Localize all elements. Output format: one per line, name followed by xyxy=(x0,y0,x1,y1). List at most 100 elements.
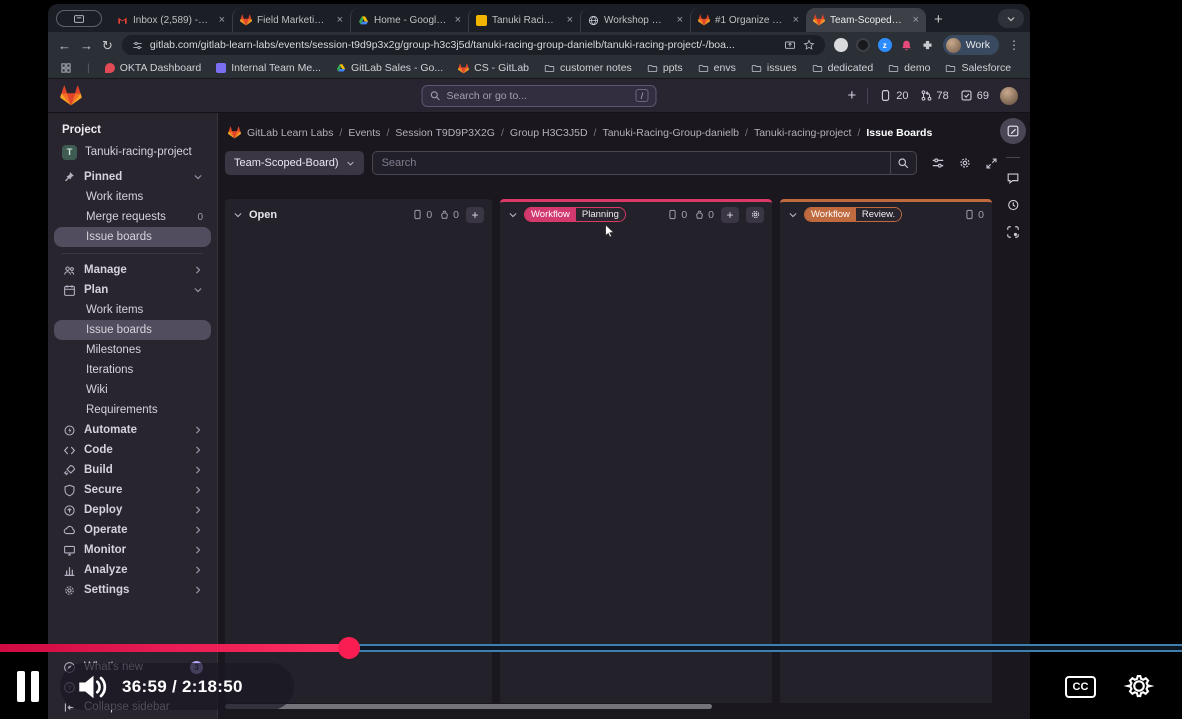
add-issue-button[interactable]: + xyxy=(466,207,484,223)
board-column-header[interactable]: Workflow Planning 0 0 + xyxy=(500,202,772,227)
sidebar-item-analyze[interactable]: Analyze xyxy=(54,560,211,580)
bookmark-folder-envs[interactable]: envs xyxy=(698,62,736,74)
forward-button[interactable]: → xyxy=(80,39,93,52)
closed-captions-button[interactable]: CC xyxy=(1065,676,1096,698)
sidebar-item-iterations[interactable]: Iterations xyxy=(54,360,211,380)
horizontal-scrollbar[interactable] xyxy=(225,704,712,709)
new-tab-button[interactable]: + xyxy=(934,11,943,28)
bookmark-folder-salesforce[interactable]: Salesforce xyxy=(945,62,1011,74)
sidebar-item-plan[interactable]: Plan xyxy=(54,280,211,300)
sidebar-item-requirements[interactable]: Requirements xyxy=(54,400,211,420)
tab-close-icon[interactable]: × xyxy=(455,14,461,26)
sidebar-item-operate[interactable]: Operate xyxy=(54,520,211,540)
pause-button[interactable] xyxy=(17,671,39,702)
user-avatar[interactable] xyxy=(1000,87,1018,105)
extension-icon[interactable] xyxy=(856,38,870,52)
bookmark-folder-ppts[interactable]: ppts xyxy=(647,62,683,74)
sidebar-item-pinned[interactable]: Pinned xyxy=(54,167,211,187)
tab-field-marketing[interactable]: Field Marketing E... × xyxy=(232,8,350,32)
add-issue-button[interactable]: + xyxy=(721,207,739,223)
sidebar-item-build[interactable]: Build xyxy=(54,460,211,480)
back-button[interactable]: ← xyxy=(58,39,71,52)
tab-google-home[interactable]: Home - Google D... × xyxy=(350,8,468,32)
todos-count-button[interactable]: 69 xyxy=(960,89,989,102)
sidebar-item-secure[interactable]: Secure xyxy=(54,480,211,500)
tab-close-icon[interactable]: × xyxy=(913,14,919,26)
tab-close-icon[interactable]: × xyxy=(337,14,343,26)
chevron-down-icon[interactable] xyxy=(788,209,798,221)
merge-requests-count-button[interactable]: 78 xyxy=(920,89,949,102)
chevron-down-icon[interactable] xyxy=(233,209,243,221)
comment-icon[interactable] xyxy=(1006,171,1020,185)
sidebar-item-code[interactable]: Code xyxy=(54,440,211,460)
reload-button[interactable]: ↻ xyxy=(102,39,113,52)
sidebar-item-deploy[interactable]: Deploy xyxy=(54,500,211,520)
sidebar-item-settings[interactable]: Settings xyxy=(54,580,211,600)
board-column-header[interactable]: Workflow Review. 0 xyxy=(780,202,992,227)
bookmark-folder-demo[interactable]: demo xyxy=(888,62,930,74)
extensions-puzzle-icon[interactable] xyxy=(921,39,934,52)
column-settings-button[interactable] xyxy=(746,207,764,223)
create-new-button[interactable]: + xyxy=(847,87,856,104)
annotate-pencil-button[interactable] xyxy=(1000,118,1026,144)
fullscreen-expand-icon[interactable] xyxy=(985,157,998,170)
board-search-button[interactable] xyxy=(890,152,916,174)
board-config-gear-icon[interactable] xyxy=(958,156,972,170)
profile-button[interactable]: Work xyxy=(943,35,999,55)
bookmark-gitlab-sales[interactable]: GitLab Sales - Go... xyxy=(336,62,443,74)
zoom-extension-icon[interactable]: z xyxy=(878,38,892,52)
tab-organize-track[interactable]: #1 Organize Trac... × xyxy=(690,8,806,32)
tab-team-scoped-board[interactable]: Team-Scoped-Bo... × xyxy=(806,8,926,32)
sidebar-item-plan-work-items[interactable]: Work items xyxy=(54,300,211,320)
scoped-label-pill[interactable]: Workflow Planning xyxy=(524,207,626,222)
board-column-header[interactable]: Open 0 0 + xyxy=(225,202,492,227)
bookmark-folder-dedicated[interactable]: dedicated xyxy=(812,62,874,74)
breadcrumb-item[interactable]: Tanuki-Racing-Group-danielb xyxy=(602,127,739,139)
bookmark-star-icon[interactable] xyxy=(803,39,815,51)
bookmark-folder-issues[interactable]: issues xyxy=(751,62,797,74)
extension-icon[interactable] xyxy=(834,38,848,52)
tab-workshop-details[interactable]: Workshop Details × xyxy=(580,8,690,32)
breadcrumb-item[interactable]: Group H3C3J5D xyxy=(510,127,588,139)
apps-grid-icon[interactable] xyxy=(60,62,72,74)
tab-inbox[interactable]: Inbox (2,589) - d... × xyxy=(110,8,232,32)
tab-tanuki-pm[interactable]: Tanuki Racing PM × xyxy=(468,8,580,32)
sidebar-item-manage[interactable]: Manage xyxy=(54,260,211,280)
bell-extension-icon[interactable] xyxy=(900,39,913,52)
sidebar-item-wiki[interactable]: Wiki xyxy=(54,380,211,400)
tab-close-icon[interactable]: × xyxy=(219,14,225,26)
tab-close-icon[interactable]: × xyxy=(793,14,799,26)
global-search-input[interactable]: Search or go to... / xyxy=(422,85,657,107)
issues-count-button[interactable]: 20 xyxy=(879,89,908,102)
history-clock-icon[interactable] xyxy=(1006,198,1020,212)
breadcrumb-item[interactable]: Tanuki-racing-project xyxy=(754,127,851,139)
sidebar-project[interactable]: T Tanuki-racing-project xyxy=(54,142,211,162)
chevron-down-icon[interactable] xyxy=(508,209,518,221)
video-progress-knob[interactable] xyxy=(338,637,360,659)
sidebar-item-milestones[interactable]: Milestones xyxy=(54,340,211,360)
tab-close-icon[interactable]: × xyxy=(677,14,683,26)
bookmark-internal-team[interactable]: Internal Team Me... xyxy=(216,62,321,74)
sidebar-item-pinned-merge-requests[interactable]: Merge requests0 xyxy=(54,207,211,227)
board-select-dropdown[interactable]: Team-Scoped-Board) xyxy=(225,151,364,175)
screenshot-icon[interactable] xyxy=(1006,225,1020,239)
board-search-input[interactable]: Search xyxy=(372,151,917,175)
send-to-device-icon[interactable] xyxy=(784,39,796,51)
gitlab-logo-icon[interactable] xyxy=(60,85,82,106)
url-bar[interactable]: gitlab.com/gitlab-learn-labs/events/sess… xyxy=(122,35,825,55)
sidebar-item-pinned-issue-boards[interactable]: Issue boards xyxy=(54,227,211,247)
sidebar-item-monitor[interactable]: Monitor xyxy=(54,540,211,560)
volume-speaker-icon[interactable] xyxy=(74,669,110,705)
tab-close-icon[interactable]: × xyxy=(567,14,573,26)
breadcrumb-item[interactable]: Session T9D9P3X2G xyxy=(395,127,495,139)
bookmark-cs-gitlab[interactable]: CS - GitLab xyxy=(458,62,529,74)
sidebar-item-automate[interactable]: Automate xyxy=(54,420,211,440)
scoped-label-pill[interactable]: Workflow Review. xyxy=(804,207,902,222)
bookmark-folder-customer-notes[interactable]: customer notes xyxy=(544,62,632,74)
tab-search-button[interactable] xyxy=(56,10,102,27)
tab-list-chevron-button[interactable] xyxy=(998,9,1024,28)
breadcrumb-item[interactable]: GitLab Learn Labs xyxy=(247,127,333,139)
breadcrumb-item[interactable]: Events xyxy=(348,127,380,139)
sidebar-item-pinned-work-items[interactable]: Work items xyxy=(54,187,211,207)
browser-menu-button[interactable]: ⋮ xyxy=(1008,38,1020,52)
